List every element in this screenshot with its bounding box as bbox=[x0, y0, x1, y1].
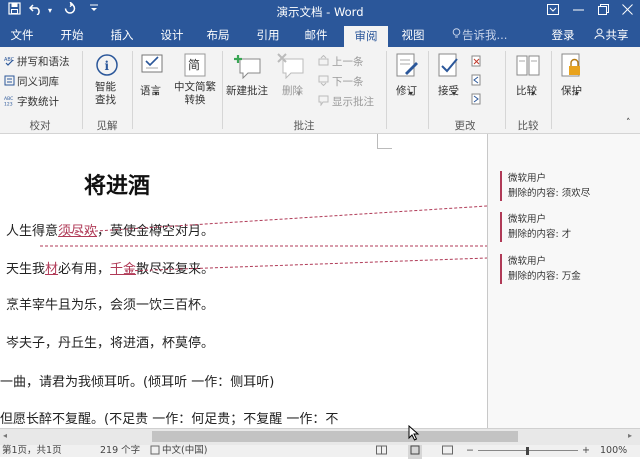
group-separator bbox=[386, 51, 387, 129]
new-comment-button[interactable]: 新建批注 bbox=[226, 83, 268, 98]
comment-connectors bbox=[40, 205, 487, 272]
chevron-down-icon: ▾ bbox=[154, 89, 159, 98]
previous-change-icon[interactable] bbox=[471, 74, 482, 86]
zoom-level[interactable]: 100% bbox=[600, 445, 627, 457]
restore-icon[interactable] bbox=[592, 2, 614, 20]
spell-check-icon: ABC bbox=[4, 55, 15, 66]
tab-design[interactable]: 设计 bbox=[154, 23, 190, 47]
proofing-group-label: 校对 bbox=[29, 120, 51, 132]
scroll-left-icon[interactable]: ◂ bbox=[3, 431, 7, 440]
ribbon-display-options-icon[interactable] bbox=[542, 2, 564, 20]
scroll-right-icon[interactable]: ▸ bbox=[628, 431, 632, 440]
next-change-icon[interactable] bbox=[471, 93, 482, 105]
comments-group-label: 批注 bbox=[293, 120, 315, 132]
zoom-slider-thumb[interactable] bbox=[526, 447, 529, 455]
thesaurus-icon bbox=[4, 75, 15, 86]
chevron-down-icon: ▾ bbox=[575, 89, 580, 98]
language-status[interactable]: 中文(中国) bbox=[162, 445, 207, 457]
smart-lookup-icon: i bbox=[95, 53, 119, 80]
chevron-down-icon: ▾ bbox=[452, 89, 457, 98]
insights-group-label: 见解 bbox=[96, 120, 118, 132]
tab-file[interactable]: 文件 bbox=[4, 23, 40, 47]
group-separator bbox=[222, 51, 223, 129]
lightbulb-icon bbox=[452, 23, 462, 47]
comment-balloon[interactable]: 微软用户 删除的内容: 才 bbox=[500, 212, 571, 242]
language-icon bbox=[140, 53, 164, 80]
reject-change-icon[interactable] bbox=[471, 55, 482, 67]
group-separator bbox=[428, 51, 429, 129]
show-comments-icon bbox=[318, 95, 329, 107]
scrollbar-thumb[interactable] bbox=[152, 431, 518, 442]
comment-author: 微软用户 bbox=[508, 173, 547, 184]
tab-home[interactable]: 开始 bbox=[54, 23, 90, 47]
word-count-icon: ABC 123 bbox=[4, 95, 15, 108]
previous-comment-icon bbox=[318, 54, 329, 66]
tab-mailings[interactable]: 邮件 bbox=[298, 23, 334, 47]
chevron-down-icon: ▾ bbox=[409, 89, 414, 98]
next-comment-button[interactable]: 下一条 bbox=[332, 74, 364, 89]
group-separator bbox=[132, 51, 133, 129]
track-changes-icon bbox=[395, 53, 419, 82]
smart-lookup-button[interactable]: 智能查找 bbox=[95, 81, 119, 107]
horizontal-scrollbar[interactable]: ◂ ▸ bbox=[0, 424, 640, 445]
comment-balloon[interactable]: 微软用户 删除的内容: 须欢尽 bbox=[500, 171, 590, 201]
comment-text: 删除的内容: 须欢尽 bbox=[508, 188, 591, 199]
svg-text:123: 123 bbox=[4, 102, 13, 107]
group-separator bbox=[505, 51, 506, 129]
ribbon: ABC 拼写和语法 同义词库 ABC 123 字数统计 校对 i 智能查找 见解 … bbox=[0, 47, 640, 134]
comment-text: 删除的内容: 万金 bbox=[508, 271, 581, 282]
comment-author: 微软用户 bbox=[508, 256, 547, 267]
share-label: 共享 bbox=[605, 28, 629, 42]
person-icon bbox=[594, 23, 606, 47]
tab-references[interactable]: 引用 bbox=[250, 23, 286, 47]
close-icon[interactable] bbox=[616, 2, 638, 20]
thesaurus-button[interactable]: 同义词库 bbox=[17, 74, 59, 89]
mouse-cursor-icon bbox=[408, 424, 420, 444]
collapse-ribbon-icon[interactable]: ˄ bbox=[626, 118, 631, 128]
svg-text:ABC: ABC bbox=[4, 57, 15, 63]
tell-me-text: 告诉我... bbox=[462, 28, 508, 42]
tab-layout[interactable]: 布局 bbox=[200, 23, 236, 47]
sign-in-link[interactable]: 登录 bbox=[548, 23, 578, 47]
chevron-down-icon: ▾ bbox=[531, 89, 536, 98]
group-separator bbox=[551, 51, 552, 129]
ribbon-tabs: 文件 开始 插入 设计 布局 引用 邮件 审阅 视图 告诉我... 登录 共享 bbox=[0, 23, 640, 47]
word-count[interactable]: 219 个字 bbox=[100, 445, 140, 457]
track-changes-button[interactable]: 修订 bbox=[396, 83, 417, 98]
page-count[interactable]: 第1页，共1页 bbox=[2, 445, 62, 457]
tab-review[interactable]: 审阅 bbox=[344, 26, 388, 47]
changes-group-label: 更改 bbox=[454, 120, 476, 132]
compare-icon bbox=[516, 53, 540, 82]
next-comment-icon bbox=[318, 75, 329, 87]
zoom-in-icon[interactable]: + bbox=[582, 445, 590, 457]
accept-change-icon bbox=[438, 53, 460, 82]
chinese-conversion-button[interactable]: 中文简繁转换 bbox=[172, 81, 218, 107]
delete-comment-icon bbox=[277, 53, 305, 82]
document-area: 将进酒 人生得意须尽欢，莫使金樽空对月。 天生我材必有用，千金散尽还复来。 烹羊… bbox=[0, 134, 640, 428]
tab-view[interactable]: 视图 bbox=[395, 23, 431, 47]
comment-text: 删除的内容: 才 bbox=[508, 229, 572, 240]
title-bar: ▾ 演示文档 - Word bbox=[0, 0, 640, 23]
tab-insert[interactable]: 插入 bbox=[104, 23, 140, 47]
protect-icon bbox=[560, 53, 584, 82]
new-comment-icon bbox=[232, 53, 262, 82]
word-count-button[interactable]: 字数统计 bbox=[17, 94, 59, 109]
minimize-icon[interactable] bbox=[567, 2, 589, 20]
chevron-down-icon: ▾ bbox=[297, 89, 302, 98]
comment-author: 微软用户 bbox=[508, 214, 547, 225]
svg-text:简: 简 bbox=[188, 58, 200, 72]
status-bar: 第1页，共1页 219 个字 中文(中国) − + 100% bbox=[0, 445, 640, 459]
comment-balloon[interactable]: 微软用户 删除的内容: 万金 bbox=[500, 254, 581, 284]
svg-text:ABC: ABC bbox=[4, 96, 13, 102]
simplified-traditional-icon: 简 bbox=[184, 53, 206, 80]
share-button[interactable]: 共享 bbox=[586, 23, 636, 47]
zoom-out-icon[interactable]: − bbox=[466, 445, 474, 457]
tell-me-box[interactable]: 告诉我... bbox=[452, 23, 516, 47]
compare-group-label: 比较 bbox=[517, 120, 539, 132]
svg-text:i: i bbox=[105, 59, 110, 73]
spelling-grammar-button[interactable]: 拼写和语法 bbox=[17, 54, 70, 69]
previous-comment-button[interactable]: 上一条 bbox=[332, 54, 364, 69]
show-comments-button[interactable]: 显示批注 bbox=[332, 94, 374, 109]
